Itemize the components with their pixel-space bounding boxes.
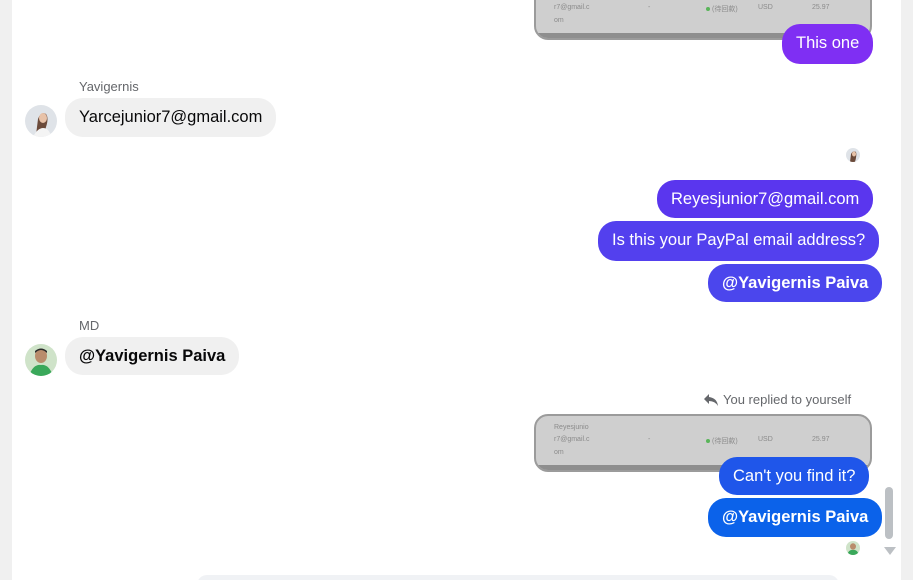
read-receipt-avatar (846, 148, 860, 162)
img-cell: (待回款) (712, 6, 738, 13)
img-cell: USD (758, 436, 773, 443)
outgoing-message[interactable]: Can't you find it? (719, 457, 870, 495)
reply-indicator: You replied to yourself (703, 392, 851, 407)
img-cell: om (554, 17, 564, 24)
status-dot (706, 439, 710, 443)
avatar-md[interactable] (25, 344, 57, 376)
read-receipt-avatar (846, 541, 860, 555)
outgoing-message[interactable]: Is this your PayPal email address? (598, 221, 880, 261)
img-cell: - (648, 436, 651, 443)
incoming-message[interactable]: Yarcejunior7@gmail.com (65, 98, 277, 137)
img-cell: (待回款) (712, 438, 738, 445)
img-cell: Reyesjunio (554, 424, 589, 431)
sender-name: MD (79, 318, 100, 333)
img-cell: r7@gmail.c (554, 4, 590, 11)
img-cell: USD (758, 4, 773, 11)
message-composer[interactable] (197, 575, 839, 580)
img-cell: 25.97 (812, 4, 830, 11)
reply-arrow-icon (704, 393, 718, 406)
img-cell: om (554, 449, 564, 456)
outgoing-mention[interactable]: @Yavigernis Paiva (708, 498, 883, 537)
avatar-yavigernis[interactable] (25, 105, 57, 137)
chat-thread: r7@gmail.c - (待回款) USD 25.97 om This one… (12, 0, 901, 580)
scrollbar-thumb[interactable] (885, 487, 893, 539)
reply-indicator-text: You replied to yourself (723, 392, 852, 407)
outgoing-mention[interactable]: @Yavigernis Paiva (708, 264, 883, 302)
outgoing-message[interactable]: Reyesjunior7@gmail.com (657, 180, 874, 218)
incoming-mention[interactable]: @Yavigernis Paiva (65, 337, 240, 375)
img-cell: 25.97 (812, 436, 830, 443)
img-cell: r7@gmail.c (554, 436, 590, 443)
status-dot (706, 7, 710, 11)
img-cell: - (648, 4, 651, 11)
outgoing-message[interactable]: This one (782, 24, 874, 64)
sender-name: Yavigernis (79, 79, 139, 94)
chevron-down-icon[interactable] (884, 547, 896, 555)
